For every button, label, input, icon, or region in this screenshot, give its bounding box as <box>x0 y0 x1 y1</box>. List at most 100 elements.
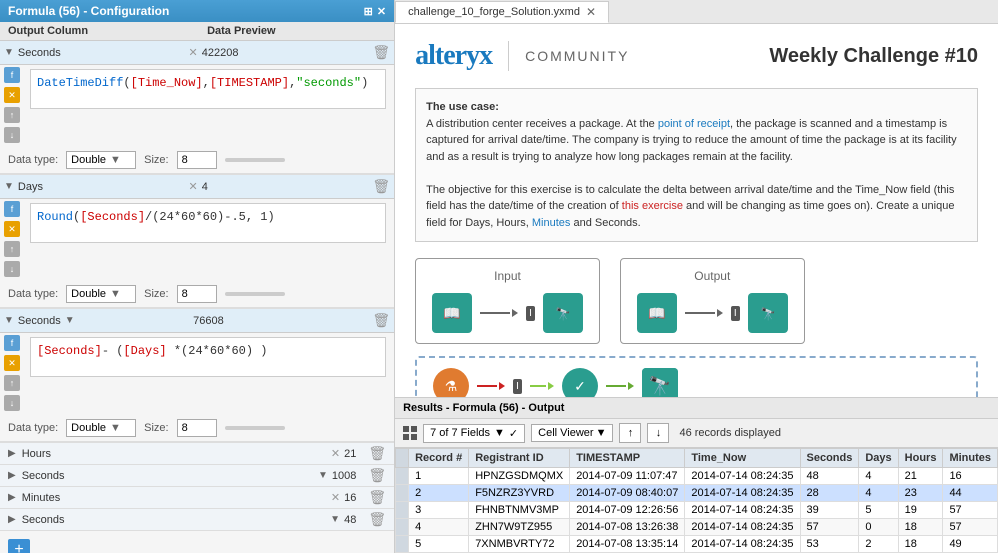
formula-down-icon-2[interactable]: ↓ <box>4 261 20 277</box>
field-dropdown-arrow-3[interactable]: ▼ <box>65 315 75 326</box>
fields-dropdown[interactable]: ▼ <box>494 427 505 439</box>
formula-editor-1[interactable]: DateTimeDiff([Time_Now],[TIMESTAMP],"sec… <box>30 69 386 109</box>
delete-btn-3[interactable]: 🗑 <box>372 312 390 329</box>
bottom-binoculars-icon[interactable]: 🔭 <box>642 368 678 397</box>
pin-icon[interactable]: ⊞ <box>364 5 373 18</box>
row-selector[interactable] <box>396 519 409 536</box>
formula-up-icon-2[interactable]: ↑ <box>4 241 20 257</box>
size-input-1[interactable] <box>177 151 217 169</box>
table-row[interactable]: 2 F5NZRZ3YVRD 2014-07-09 08:40:07 2014-0… <box>396 485 998 502</box>
formula-up-icon[interactable]: ↑ <box>4 107 20 123</box>
col-header-days[interactable]: Days <box>859 449 898 468</box>
cell-record: 2 <box>409 485 469 502</box>
field-dropdown-seconds2[interactable]: ▼ <box>318 470 328 481</box>
table-row[interactable]: 3 FHNBTNMV3MP 2014-07-09 12:26:56 2014-0… <box>396 502 998 519</box>
row-selector[interactable] <box>396 502 409 519</box>
formula-field-icon-3[interactable]: ✕ <box>4 355 20 371</box>
field-dropdown-seconds3[interactable]: ▼ <box>330 514 340 525</box>
clear-btn-1[interactable]: ✕ <box>189 46 198 59</box>
formula-editor-3[interactable]: [Seconds]- ([Days] *(24*60*60) ) <box>30 337 386 377</box>
table-row[interactable]: 1 HPNZGSDMQMX 2014-07-09 11:07:47 2014-0… <box>396 468 998 485</box>
table-row[interactable]: 5 7XNMBVRTY72 2014-07-08 13:35:14 2014-0… <box>396 536 998 553</box>
field-name-1: Seconds <box>18 47 185 59</box>
cell-viewer-btn[interactable]: Cell Viewer ▼ <box>531 424 613 442</box>
formula-fn-icon[interactable]: f <box>4 67 20 83</box>
data-table-container[interactable]: Record # Registrant ID TIMESTAMP Time_No… <box>395 448 998 553</box>
formula-row-3: ▼ Seconds ▼ 76608 🗑 <box>0 309 394 333</box>
expand-arrow-seconds2[interactable]: ▶ <box>8 470 16 481</box>
fields-badge: 7 of 7 Fields ▼ ✓ <box>423 424 525 443</box>
delete-seconds2[interactable]: 🗑 <box>368 467 386 484</box>
expand-arrow-2[interactable]: ▼ <box>4 181 14 192</box>
table-row[interactable]: 4 ZHN7W9TZ955 2014-07-08 13:26:38 2014-0… <box>396 519 998 536</box>
tab-label: challenge_10_forge_Solution.yxmd <box>408 6 580 18</box>
results-toolbar: 7 of 7 Fields ▼ ✓ Cell Viewer ▼ ↑ ↓ 46 r… <box>395 419 998 448</box>
formula-with-icons-3: f ✕ ↑ ↓ [Seconds]- ([Days] *(24*60*60) ) <box>0 333 394 415</box>
formula-node-icon[interactable]: ⚗ <box>433 368 469 397</box>
formula-field-icon[interactable]: ✕ <box>4 87 20 103</box>
size-label-2: Size: <box>144 288 168 300</box>
expand-arrow-hours[interactable]: ▶ <box>8 448 16 459</box>
expand-arrow-3[interactable]: ▼ <box>4 315 14 326</box>
community-text: COMMUNITY <box>525 48 629 64</box>
cell-timenow: 2014-07-14 08:24:35 <box>685 502 800 519</box>
col-header-timestamp[interactable]: TIMESTAMP <box>570 449 685 468</box>
clear-hours[interactable]: ✕ <box>331 447 340 460</box>
expand-arrow-minutes[interactable]: ▶ <box>8 492 16 503</box>
col-header-seconds[interactable]: Seconds <box>800 449 859 468</box>
cell-days: 0 <box>859 519 898 536</box>
close-icon[interactable]: ✕ <box>377 5 386 18</box>
datatype-select-2[interactable]: Double ▼ <box>66 285 136 303</box>
col-header-record[interactable]: Record # <box>409 449 469 468</box>
field-value-hours: 21 <box>344 448 356 460</box>
formula-down-icon[interactable]: ↓ <box>4 127 20 143</box>
checkmark-node-icon[interactable]: ✓ <box>562 368 598 397</box>
results-title: Results - Formula (56) - Output <box>403 402 564 414</box>
row-selector[interactable] <box>396 468 409 485</box>
add-formula-button[interactable]: + <box>8 539 30 553</box>
expand-arrow-1[interactable]: ▼ <box>4 47 14 58</box>
clear-btn-2[interactable]: ✕ <box>189 180 198 193</box>
tab-solution[interactable]: challenge_10_forge_Solution.yxmd ✕ <box>395 1 609 23</box>
row-selector[interactable] <box>396 485 409 502</box>
formula-down-icon-3[interactable]: ↓ <box>4 395 20 411</box>
tab-close-icon[interactable]: ✕ <box>586 5 596 19</box>
delete-minutes[interactable]: 🗑 <box>368 489 386 506</box>
sort-desc-btn[interactable]: ↓ <box>647 423 669 443</box>
delete-btn-2[interactable]: 🗑 <box>372 178 390 195</box>
sort-asc-btn[interactable]: ↑ <box>619 423 641 443</box>
col-header-hours[interactable]: Hours <box>898 449 943 468</box>
input-node-icon[interactable]: 📖 <box>432 293 472 333</box>
clear-minutes[interactable]: ✕ <box>331 491 340 504</box>
cell-minutes: 49 <box>943 536 998 553</box>
row-selector[interactable] <box>396 536 409 553</box>
size-slider-3[interactable] <box>225 426 285 430</box>
panel-title: Formula (56) - Configuration <box>8 4 169 18</box>
size-slider-2[interactable] <box>225 292 285 296</box>
output-node-icon[interactable]: 📖 <box>637 293 677 333</box>
binoculars-node-icon-out[interactable]: 🔭 <box>748 293 788 333</box>
datatype-select-3[interactable]: Double ▼ <box>66 419 136 437</box>
formula-fn-icon-3[interactable]: f <box>4 335 20 351</box>
formula-up-icon-3[interactable]: ↑ <box>4 375 20 391</box>
formula-field-icon-2[interactable]: ✕ <box>4 221 20 237</box>
workflow-output-nodes: 📖 I 🔭 <box>637 293 788 333</box>
datatype-select-1[interactable]: Double ▼ <box>66 151 136 169</box>
col-header-minutes[interactable]: Minutes <box>943 449 998 468</box>
formula-editor-2[interactable]: Round([Seconds]/(24*60*60)-.5, 1) <box>30 203 386 243</box>
delete-hours[interactable]: 🗑 <box>368 445 386 462</box>
formula-fn-icon-2[interactable]: f <box>4 201 20 217</box>
size-input-3[interactable] <box>177 419 217 437</box>
expand-arrow-seconds3[interactable]: ▶ <box>8 514 16 525</box>
delete-btn-1[interactable]: 🗑 <box>372 44 390 61</box>
col-header-registrant[interactable]: Registrant ID <box>469 449 570 468</box>
binoculars-node-icon[interactable]: 🔭 <box>543 293 583 333</box>
size-input-2[interactable] <box>177 285 217 303</box>
formula-with-icons-2: f ✕ ↑ ↓ Round([Seconds]/(24*60*60)-.5, 1… <box>0 199 394 281</box>
size-slider-1[interactable] <box>225 158 285 162</box>
col-header-timenow[interactable]: Time_Now <box>685 449 800 468</box>
panel-header: Formula (56) - Configuration ⊞ ✕ <box>0 0 394 22</box>
results-area: Results - Formula (56) - Output 7 of 7 F… <box>395 397 998 553</box>
dropdown-arrow-1: ▼ <box>110 154 121 166</box>
delete-seconds3[interactable]: 🗑 <box>368 511 386 528</box>
